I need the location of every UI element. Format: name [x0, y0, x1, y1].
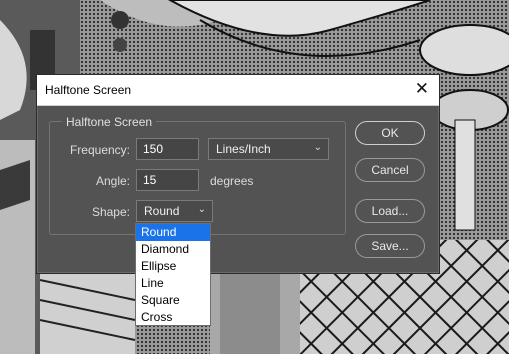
angle-label: Angle:	[95, 174, 130, 188]
save-button[interactable]: Save...	[355, 234, 425, 258]
shape-option-square[interactable]: Square	[136, 292, 210, 309]
shape-select[interactable]: Round ⌄	[136, 200, 213, 222]
dialog-titlebar: Halftone Screen ✕	[37, 75, 439, 106]
frequency-label: Frequency:	[69, 143, 130, 157]
close-icon[interactable]: ✕	[415, 79, 429, 99]
group-legend: Halftone Screen	[62, 115, 157, 129]
frequency-input[interactable]: 150	[136, 138, 199, 160]
shape-option-diamond[interactable]: Diamond	[136, 241, 210, 258]
frequency-unit-select[interactable]: Lines/Inch ⌄	[208, 138, 329, 160]
cancel-button[interactable]: Cancel	[355, 158, 425, 182]
chevron-down-icon: ⌄	[197, 204, 206, 215]
angle-input[interactable]: 15	[136, 169, 199, 191]
dialog-title: Halftone Screen	[45, 83, 132, 97]
shape-option-ellipse[interactable]: Ellipse	[136, 258, 210, 275]
shape-value: Round	[144, 204, 180, 218]
load-button[interactable]: Load...	[355, 199, 425, 223]
frequency-unit-value: Lines/Inch	[216, 142, 271, 156]
ok-button[interactable]: OK	[355, 121, 425, 145]
chevron-down-icon: ⌄	[313, 142, 322, 153]
shape-dropdown-list: Round Diamond Ellipse Line Square Cross	[135, 223, 211, 326]
shape-option-round[interactable]: Round	[136, 224, 210, 241]
angle-unit-label: degrees	[210, 174, 254, 188]
shape-option-line[interactable]: Line	[136, 275, 210, 292]
shape-label: Shape:	[91, 205, 130, 219]
shape-option-cross[interactable]: Cross	[136, 309, 210, 326]
